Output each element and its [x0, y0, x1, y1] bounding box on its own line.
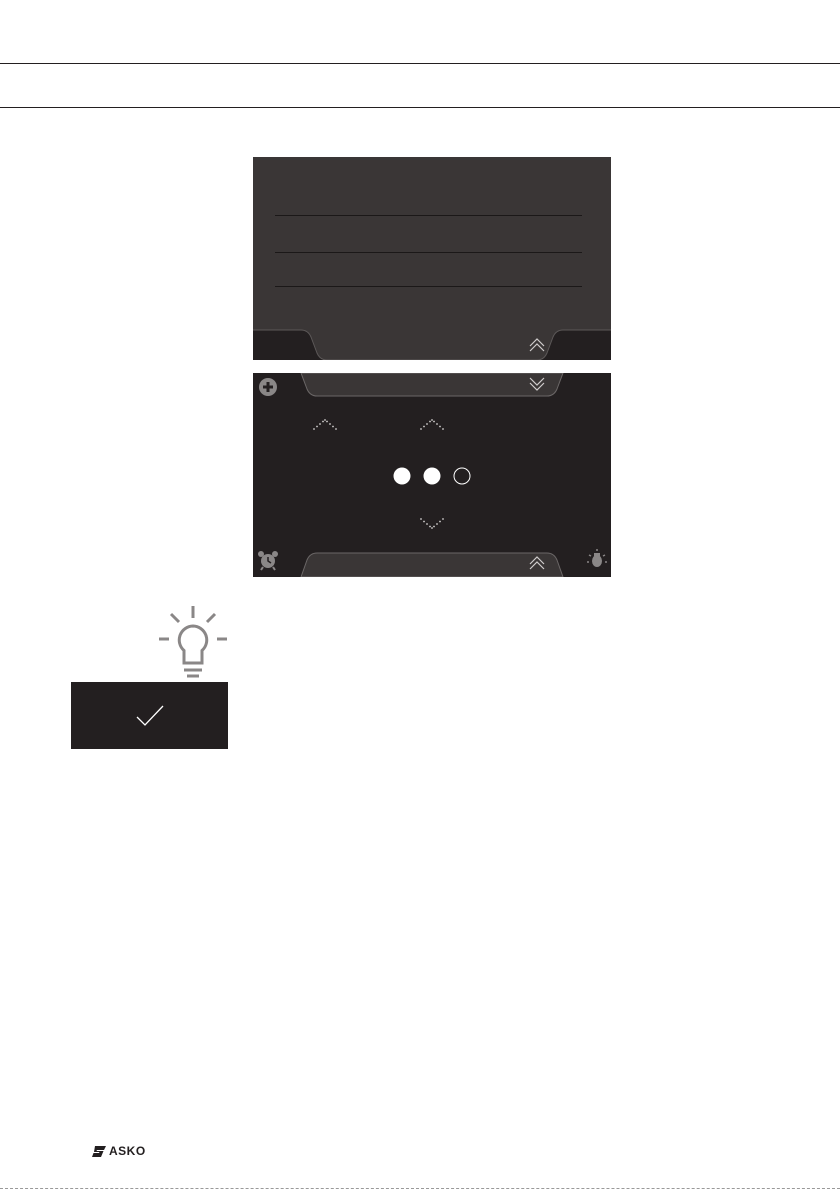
decrease-arrow-center[interactable]: [419, 516, 445, 530]
add-icon[interactable]: [257, 376, 279, 398]
pin-indicator: [393, 467, 471, 485]
pin-dot-filled: [393, 467, 411, 485]
chevron-up-double-icon[interactable]: [527, 335, 547, 355]
settings-bottom-tab[interactable]: [253, 549, 611, 577]
pin-dot-empty: [453, 467, 471, 485]
confirm-button[interactable]: [71, 682, 228, 749]
header-rule-top: [0, 63, 840, 64]
lightbulb-icon: [159, 606, 227, 678]
asko-logo-mark: [92, 1145, 106, 1157]
checkmark-icon: [136, 705, 163, 726]
menu-bottom-tab[interactable]: [253, 157, 611, 360]
increase-arrow-left[interactable]: [312, 418, 338, 432]
chevron-up-double-icon[interactable]: [527, 553, 547, 573]
settings-top-tab[interactable]: [253, 373, 611, 403]
page-bottom-edge: [0, 1188, 840, 1189]
pin-dot-filled: [423, 467, 441, 485]
header-rule-bottom: [0, 107, 840, 108]
display-menu-screen: [253, 157, 611, 360]
brand-logo: ASKO: [92, 1144, 146, 1158]
oven-light-icon[interactable]: [586, 548, 608, 570]
chevron-down-double-icon[interactable]: [527, 374, 547, 394]
brand-name: ASKO: [109, 1144, 146, 1158]
increase-arrow-center[interactable]: [419, 418, 445, 432]
alarm-clock-icon[interactable]: [257, 549, 279, 571]
